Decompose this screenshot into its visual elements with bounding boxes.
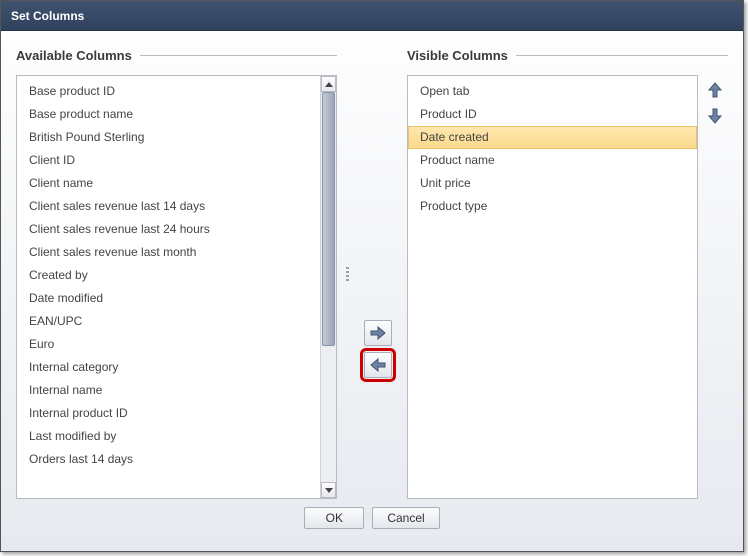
available-fieldset: Available Columns Base product IDBase pr… <box>16 48 337 499</box>
visible-fieldset: Visible Columns Open tabProduct IDDate c… <box>407 48 728 499</box>
triangle-down-icon <box>325 488 333 493</box>
list-item[interactable]: Euro <box>17 333 320 356</box>
dialog-title: Set Columns <box>11 9 84 23</box>
list-item[interactable]: Client sales revenue last month <box>17 241 320 264</box>
list-item[interactable]: Internal product ID <box>17 402 320 425</box>
splitter-grip[interactable] <box>345 48 349 499</box>
visible-wrap: Open tabProduct IDDate createdProduct na… <box>407 75 728 499</box>
visible-list-inner: Open tabProduct IDDate createdProduct na… <box>408 76 697 498</box>
scrollbar[interactable] <box>320 76 336 498</box>
list-item[interactable]: Open tab <box>408 80 697 103</box>
list-item[interactable]: Client ID <box>17 149 320 172</box>
list-item[interactable]: Client sales revenue last 14 days <box>17 195 320 218</box>
list-item[interactable]: Internal name <box>17 379 320 402</box>
list-item[interactable]: Product type <box>408 195 697 218</box>
columns-area: Available Columns Base product IDBase pr… <box>16 48 728 499</box>
arrow-right-icon <box>370 326 386 340</box>
list-item[interactable]: Orders last 14 days <box>17 448 320 471</box>
available-listbox[interactable]: Base product IDBase product nameBritish … <box>16 75 337 499</box>
dialog: Set Columns Available Columns Base produ… <box>1 1 743 551</box>
available-list-inner: Base product IDBase product nameBritish … <box>17 76 320 498</box>
list-item[interactable]: Last modified by <box>17 425 320 448</box>
divider <box>140 55 337 56</box>
triangle-up-icon <box>325 82 333 87</box>
move-left-button[interactable] <box>364 352 392 378</box>
move-right-button[interactable] <box>364 320 392 346</box>
ok-button[interactable]: OK <box>304 507 364 529</box>
list-item[interactable]: British Pound Sterling <box>17 126 320 149</box>
arrow-left-icon <box>370 358 386 372</box>
available-header: Available Columns <box>16 48 337 63</box>
list-item[interactable]: Base product name <box>17 103 320 126</box>
list-item[interactable]: Product ID <box>408 103 697 126</box>
visible-header: Visible Columns <box>407 48 728 63</box>
list-item[interactable]: Client sales revenue last 24 hours <box>17 218 320 241</box>
list-item[interactable]: Unit price <box>408 172 697 195</box>
dialog-window: Set Columns Available Columns Base produ… <box>0 0 744 552</box>
list-item[interactable]: Client name <box>17 172 320 195</box>
dialog-content: Available Columns Base product IDBase pr… <box>1 31 743 551</box>
reorder-controls <box>702 75 728 499</box>
scroll-up-button[interactable] <box>321 76 336 92</box>
move-down-button[interactable] <box>704 105 726 127</box>
cancel-button[interactable]: Cancel <box>372 507 439 529</box>
divider <box>516 55 728 56</box>
titlebar[interactable]: Set Columns <box>1 1 743 31</box>
scroll-down-button[interactable] <box>321 482 336 498</box>
visible-label: Visible Columns <box>407 48 508 63</box>
arrow-up-icon <box>708 82 722 98</box>
list-item[interactable]: Date created <box>408 126 697 149</box>
list-item[interactable]: Base product ID <box>17 80 320 103</box>
dialog-footer: OK Cancel <box>16 499 728 541</box>
list-item[interactable]: Date modified <box>17 287 320 310</box>
list-item[interactable]: Created by <box>17 264 320 287</box>
available-label: Available Columns <box>16 48 132 63</box>
list-item[interactable]: Internal category <box>17 356 320 379</box>
scroll-thumb[interactable] <box>322 92 335 346</box>
arrow-down-icon <box>708 108 722 124</box>
move-up-button[interactable] <box>704 79 726 101</box>
list-item[interactable]: Product name <box>408 149 697 172</box>
scroll-track[interactable] <box>321 92 336 482</box>
visible-listbox[interactable]: Open tabProduct IDDate createdProduct na… <box>407 75 698 499</box>
list-item[interactable]: EAN/UPC <box>17 310 320 333</box>
transfer-controls <box>357 48 399 499</box>
